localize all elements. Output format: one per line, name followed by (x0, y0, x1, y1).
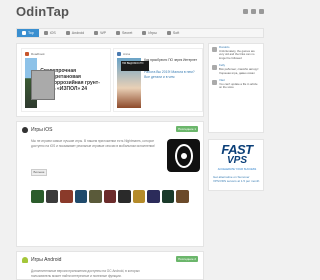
nav-item-ios[interactable]: iOS (39, 29, 61, 37)
main-content: Roadbook Сверхпрочная полиуретановая ант… (16, 43, 204, 280)
post-ios-games: Игры iOS Последние 1 Мы не играем самые … (16, 121, 204, 247)
slide-1[interactable]: Roadbook Сверхпрочная полиуретановая ант… (21, 48, 111, 112)
menu-icon[interactable] (259, 9, 264, 14)
screenshot-thumb[interactable] (118, 190, 131, 203)
screenshot-thumb[interactable] (89, 190, 102, 203)
post-android-games: Игры Android Последние 2 Дополнительные … (16, 251, 204, 280)
screenshot-thumb[interactable] (31, 190, 44, 203)
post-badge: Последние 2 (176, 256, 198, 262)
comment-item[interactable]: Kelly Всё работает, спасибо автору! Хорош… (209, 62, 263, 77)
secret-icon (115, 31, 120, 35)
newspaper-logo: ПМ ВЕДОМОСТИ (121, 61, 149, 71)
screenshot-thumb[interactable] (45, 190, 58, 203)
ad-promo-link[interactable]: Get alternative on Sumover VPS/VDS serve… (213, 175, 261, 183)
apple-icon (22, 127, 28, 133)
recent-comments: Ronaldo Unfortunately, the games are very… (208, 43, 264, 133)
home-icon (22, 31, 26, 35)
featured-slider: Roadbook Сверхпрочная полиуретановая ант… (16, 43, 204, 117)
ad-tagline: ACCELERATE YOUR SUCCESS (217, 168, 257, 171)
nav-item-top[interactable]: Top (17, 29, 39, 37)
avatar (212, 80, 217, 86)
post-excerpt: Дополнительные версии приложения доступн… (31, 269, 140, 278)
ad-product: VPS (226, 155, 247, 166)
nav-item-games[interactable]: Игры (137, 29, 161, 37)
nav-item-soft[interactable]: Soft (162, 29, 184, 37)
comment-item[interactable]: Vlad You can't update a file in article o… (209, 77, 263, 92)
nav-item-android[interactable]: Android (61, 29, 89, 37)
app-icon (166, 31, 171, 35)
nav-item-wp[interactable]: WP (89, 29, 111, 37)
top-bar: OdinTap (0, 0, 280, 26)
rss-icon[interactable] (251, 9, 256, 14)
author-avatar (25, 52, 29, 56)
screenshot-thumb[interactable] (147, 190, 160, 203)
android-icon (22, 257, 28, 263)
nav-item-secret[interactable]: Secret (111, 29, 137, 37)
post-badge: Последние 1 (176, 126, 198, 132)
screenshot-thumb[interactable] (161, 190, 174, 203)
fastvps-ad[interactable]: FAST VPS ACCELERATE YOUR SUCCESS Get alt… (208, 139, 264, 191)
screenshot-thumb[interactable] (74, 190, 87, 203)
screenshot-thumb[interactable] (132, 190, 145, 203)
screenshot-thumb[interactable] (60, 190, 73, 203)
avatar (212, 65, 217, 71)
screenshot-thumb[interactable] (176, 190, 189, 203)
slide-link[interactable]: Работа Вы 2019! Мальта в нем? Все детали… (144, 70, 199, 79)
screenshot-thumb[interactable] (103, 190, 116, 203)
comment-item[interactable]: Ronaldo Unfortunately, the games are very… (209, 44, 263, 62)
apple-icon (43, 31, 48, 35)
slide-image (25, 58, 56, 108)
eye-icon (174, 143, 193, 168)
slide-title[interactable]: Как приобрести ПО через Интернет (144, 58, 199, 62)
screenshot-strip (31, 190, 189, 203)
game-icon[interactable] (167, 139, 200, 172)
android-icon (65, 31, 70, 35)
avatar (212, 47, 217, 52)
search-icon[interactable] (243, 9, 248, 14)
author-avatar (117, 52, 121, 56)
slide-2[interactable]: Anna ПМ ВЕДОМОСТИ Как приобрести ПО чере… (113, 48, 203, 112)
post-title[interactable]: Игры Android (31, 257, 61, 263)
post-title[interactable]: Игры iOS (31, 127, 53, 133)
read-more-button[interactable]: Больше (31, 169, 47, 176)
main-nav: Top iOS Android WP Secret Игры Soft (16, 28, 264, 38)
windows-icon (94, 31, 99, 35)
post-excerpt: Мы не играем самые лучшие игры. В нашем … (31, 139, 156, 148)
slide-image: ПМ ВЕДОМОСТИ (117, 58, 149, 108)
header-icons (243, 9, 264, 14)
site-logo[interactable]: OdinTap (16, 4, 69, 19)
gamepad-icon (142, 31, 147, 35)
